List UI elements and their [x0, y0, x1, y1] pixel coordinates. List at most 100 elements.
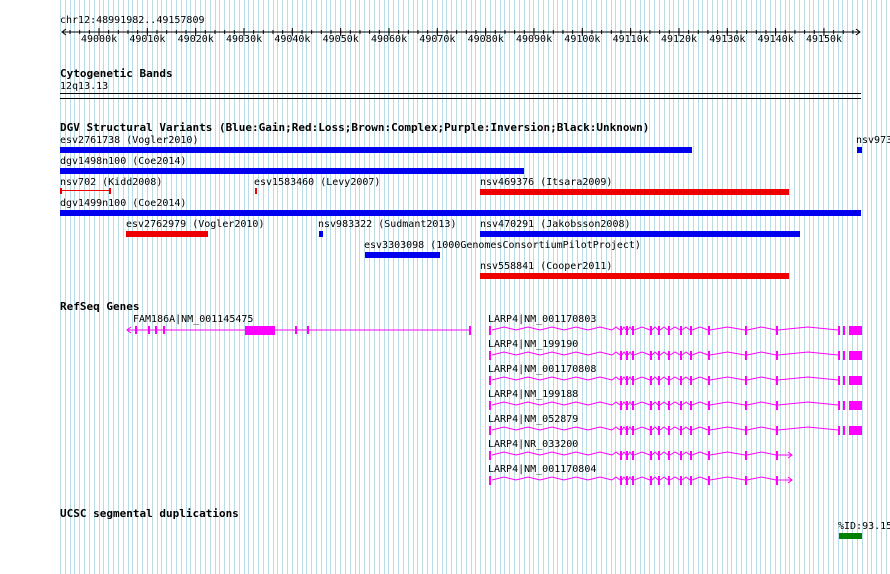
intron-line — [539, 476, 565, 481]
intron-line — [611, 401, 621, 406]
intron-line — [777, 426, 839, 431]
intron-line — [651, 351, 659, 356]
exon — [849, 426, 862, 435]
intron-line — [621, 476, 627, 481]
intron-line — [651, 401, 659, 406]
exon — [680, 326, 682, 335]
intron-line — [709, 326, 746, 331]
exon — [708, 351, 710, 360]
intron-line — [563, 351, 589, 356]
exon — [148, 326, 150, 334]
intron-line — [777, 326, 839, 331]
intron-line — [709, 451, 746, 456]
intron-line — [611, 351, 621, 356]
intron-line — [515, 426, 541, 431]
exon — [776, 451, 778, 460]
intron-line — [627, 351, 633, 356]
exon — [690, 426, 692, 435]
intron-line — [491, 326, 517, 331]
intron-line — [633, 451, 651, 456]
exon — [690, 326, 692, 335]
intron-line — [621, 326, 627, 331]
exon — [620, 476, 622, 485]
intron-line — [669, 401, 681, 406]
intron-line — [515, 476, 541, 481]
exon — [658, 376, 660, 385]
intron-line — [681, 426, 691, 431]
intron-line — [777, 351, 839, 356]
intron-line — [633, 426, 651, 431]
intron-line — [627, 376, 633, 381]
intron-line — [746, 326, 777, 331]
exon — [838, 376, 840, 385]
intron-line — [691, 426, 709, 431]
exon — [632, 401, 634, 410]
intron-line — [709, 401, 746, 406]
exon — [690, 401, 692, 410]
exon — [708, 426, 710, 435]
exon — [680, 351, 682, 360]
exon — [626, 426, 628, 435]
exon — [708, 451, 710, 460]
intron-line — [669, 376, 681, 381]
intron-line — [746, 401, 777, 406]
exon — [680, 376, 682, 385]
intron-line — [746, 426, 777, 431]
genome-browser-panel: chr12:48991982..49157809 49000k 49010k 490… — [0, 0, 890, 574]
exon — [489, 426, 491, 435]
gene-models[interactable] — [0, 0, 890, 574]
intron-line — [515, 326, 541, 331]
exon — [745, 401, 747, 410]
intron-line — [746, 376, 777, 381]
intron-line — [627, 401, 633, 406]
exon — [469, 326, 471, 335]
exon — [680, 476, 682, 485]
intron-line — [621, 401, 627, 406]
segdup-track-title[interactable]: UCSC segmental duplications — [60, 508, 239, 519]
exon — [843, 351, 845, 360]
exon — [680, 401, 682, 410]
exon — [650, 326, 652, 335]
intron-line — [659, 476, 669, 481]
intron-line — [621, 351, 627, 356]
intron-line — [587, 451, 613, 456]
intron-line — [611, 376, 621, 381]
exon — [626, 401, 628, 410]
exon — [620, 326, 622, 335]
intron-line — [539, 376, 565, 381]
exon — [489, 326, 491, 335]
exon — [650, 451, 652, 460]
intron-line — [563, 376, 589, 381]
exon — [626, 451, 628, 460]
segdup-bar[interactable] — [839, 533, 862, 539]
intron-line — [709, 351, 746, 356]
intron-line — [621, 376, 627, 381]
exon — [620, 451, 622, 460]
exon — [843, 326, 845, 335]
intron-line — [587, 401, 613, 406]
exon — [620, 426, 622, 435]
exon — [708, 326, 710, 335]
exon — [668, 326, 670, 335]
exon — [658, 451, 660, 460]
intron-line — [587, 476, 613, 481]
intron-line — [611, 451, 621, 456]
exon — [668, 426, 670, 435]
intron-line — [709, 476, 746, 481]
exon — [838, 351, 840, 360]
intron-line — [621, 451, 627, 456]
exon — [650, 401, 652, 410]
intron-line — [669, 326, 681, 331]
exon — [489, 476, 491, 485]
intron-line — [563, 401, 589, 406]
exon — [745, 426, 747, 435]
exon — [668, 376, 670, 385]
intron-line — [611, 426, 621, 431]
exon — [307, 326, 309, 334]
intron-line — [659, 401, 669, 406]
intron-line — [633, 376, 651, 381]
exon — [658, 476, 660, 485]
intron-line — [627, 476, 633, 481]
segdup-label[interactable]: %ID:93.15 — [838, 521, 890, 532]
intron-line — [691, 476, 709, 481]
